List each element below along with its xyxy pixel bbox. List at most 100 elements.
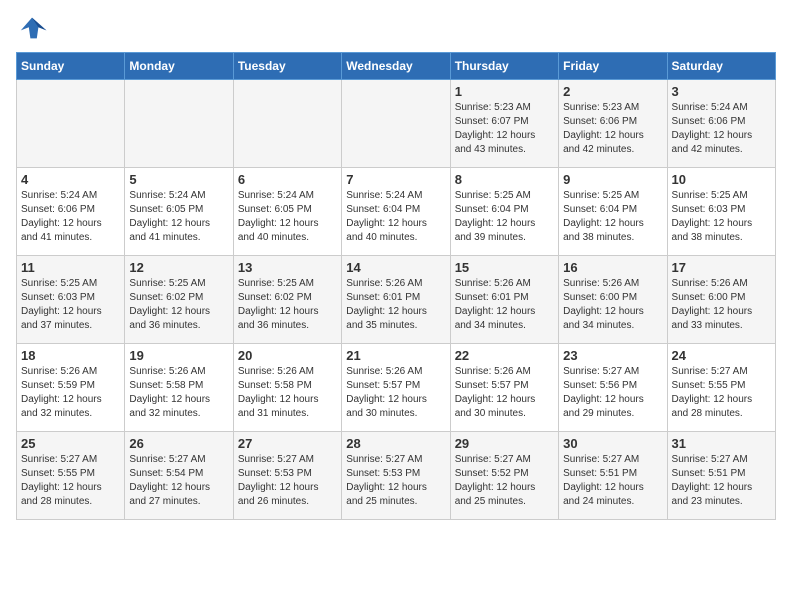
day-number: 11 — [21, 260, 120, 275]
day-number: 18 — [21, 348, 120, 363]
day-number: 7 — [346, 172, 445, 187]
calendar-cell: 17Sunrise: 5:26 AMSunset: 6:00 PMDayligh… — [667, 256, 775, 344]
day-info: Sunrise: 5:24 AMSunset: 6:05 PMDaylight:… — [238, 189, 337, 245]
day-info: Sunrise: 5:27 AMSunset: 5:54 PMDaylight:… — [129, 453, 228, 509]
day-info: Sunrise: 5:25 AMSunset: 6:03 PMDaylight:… — [21, 277, 120, 333]
calendar-cell: 25Sunrise: 5:27 AMSunset: 5:55 PMDayligh… — [17, 432, 125, 520]
day-info: Sunrise: 5:27 AMSunset: 5:52 PMDaylight:… — [455, 453, 554, 509]
calendar-cell: 27 Sunrise: 5:27 AMSunset: 5:53 PMDayligh… — [233, 432, 341, 520]
calendar-cell: 6 Sunrise: 5:24 AMSunset: 6:05 PMDaylight… — [233, 168, 341, 256]
day-info: Sunrise: 5:24 AMSunset: 6:05 PMDaylight:… — [129, 189, 228, 245]
calendar-cell: 12 Sunrise: 5:25 AMSunset: 6:02 PMDayligh… — [125, 256, 233, 344]
calendar-cell: 10 Sunrise: 5:25 AMSunset: 6:03 PMDayligh… — [667, 168, 775, 256]
calendar-cell: 9 Sunrise: 5:25 AMSunset: 6:04 PMDaylight… — [559, 168, 667, 256]
day-info: Sunrise: 5:26 AMSunset: 5:58 PMDaylight:… — [238, 365, 337, 421]
weekday-header-tuesday: Tuesday — [233, 53, 341, 80]
calendar-cell: 14 Sunrise: 5:26 AMSunset: 6:01 PMDayligh… — [342, 256, 450, 344]
logo-icon — [16, 16, 48, 44]
day-number: 6 — [238, 172, 337, 187]
day-number: 24 — [672, 348, 771, 363]
day-number: 28 — [346, 436, 445, 451]
day-number: 1 — [455, 84, 554, 99]
day-info: Sunrise: 5:26 AMSunset: 6:01 PMDaylight:… — [455, 277, 554, 333]
calendar-cell: 30 Sunrise: 5:27 AMSunset: 5:51 PMDayligh… — [559, 432, 667, 520]
day-number: 16 — [563, 260, 662, 275]
calendar-cell: 22 Sunrise: 5:26 AMSunset: 5:57 PMDayligh… — [450, 344, 558, 432]
weekday-header-monday: Monday — [125, 53, 233, 80]
day-number: 8 — [455, 172, 554, 187]
calendar-cell: 15 Sunrise: 5:26 AMSunset: 6:01 PMDayligh… — [450, 256, 558, 344]
day-number: 3 — [672, 84, 771, 99]
day-number: 13 — [238, 260, 337, 275]
day-info: Sunrise: 5:26 AMSunset: 5:57 PMDaylight:… — [455, 365, 554, 421]
day-info: Sunrise: 5:25 AMSunset: 6:03 PMDaylight:… — [672, 189, 771, 245]
calendar-cell: 5 Sunrise: 5:24 AMSunset: 6:05 PMDaylight… — [125, 168, 233, 256]
day-info: Sunrise: 5:26 AMSunset: 5:59 PMDaylight:… — [21, 365, 120, 421]
calendar-week-row: 1 Sunrise: 5:23 AMSunset: 6:07 PMDaylight… — [17, 80, 776, 168]
day-info: Sunrise: 5:27 AMSunset: 5:51 PMDaylight:… — [563, 453, 662, 509]
day-number: 9 — [563, 172, 662, 187]
day-number: 26 — [129, 436, 228, 451]
calendar-week-row: 4Sunrise: 5:24 AMSunset: 6:06 PMDaylight… — [17, 168, 776, 256]
day-info: Sunrise: 5:24 AMSunset: 6:04 PMDaylight:… — [346, 189, 445, 245]
calendar-cell: 18 Sunrise: 5:26 AMSunset: 5:59 PMDayligh… — [17, 344, 125, 432]
day-info: Sunrise: 5:25 AMSunset: 6:04 PMDaylight:… — [563, 189, 662, 245]
calendar-cell: 13 Sunrise: 5:25 AMSunset: 6:02 PMDayligh… — [233, 256, 341, 344]
day-number: 15 — [455, 260, 554, 275]
day-number: 20 — [238, 348, 337, 363]
weekday-header-saturday: Saturday — [667, 53, 775, 80]
day-number: 10 — [672, 172, 771, 187]
calendar-cell: 29 Sunrise: 5:27 AMSunset: 5:52 PMDayligh… — [450, 432, 558, 520]
day-info: Sunrise: 5:27 AMSunset: 5:55 PMDaylight:… — [672, 365, 771, 421]
day-number: 17 — [672, 260, 771, 275]
day-info: Sunrise: 5:27 AMSunset: 5:56 PMDaylight:… — [563, 365, 662, 421]
day-info: Sunrise: 5:25 AMSunset: 6:04 PMDaylight:… — [455, 189, 554, 245]
day-info: Sunrise: 5:26 AMSunset: 5:58 PMDaylight:… — [129, 365, 228, 421]
calendar-cell: 3 Sunrise: 5:24 AMSunset: 6:06 PMDaylight… — [667, 80, 775, 168]
day-number: 30 — [563, 436, 662, 451]
weekday-header-thursday: Thursday — [450, 53, 558, 80]
logo — [16, 16, 52, 44]
day-number: 12 — [129, 260, 228, 275]
day-info: Sunrise: 5:26 AMSunset: 6:01 PMDaylight:… — [346, 277, 445, 333]
day-number: 23 — [563, 348, 662, 363]
calendar-cell — [125, 80, 233, 168]
calendar-cell — [233, 80, 341, 168]
calendar-cell: 24 Sunrise: 5:27 AMSunset: 5:55 PMDayligh… — [667, 344, 775, 432]
day-number: 14 — [346, 260, 445, 275]
calendar-cell: 23 Sunrise: 5:27 AMSunset: 5:56 PMDayligh… — [559, 344, 667, 432]
weekday-header-sunday: Sunday — [17, 53, 125, 80]
day-number: 4 — [21, 172, 120, 187]
calendar-cell: 21Sunrise: 5:26 AMSunset: 5:57 PMDayligh… — [342, 344, 450, 432]
day-number: 19 — [129, 348, 228, 363]
calendar-cell: 20 Sunrise: 5:26 AMSunset: 5:58 PMDayligh… — [233, 344, 341, 432]
day-info: Sunrise: 5:27 AMSunset: 5:53 PMDaylight:… — [346, 453, 445, 509]
day-number: 2 — [563, 84, 662, 99]
day-info: Sunrise: 5:25 AMSunset: 6:02 PMDaylight:… — [129, 277, 228, 333]
day-info: Sunrise: 5:24 AMSunset: 6:06 PMDaylight:… — [672, 101, 771, 157]
day-number: 27 — [238, 436, 337, 451]
calendar-cell: 11 Sunrise: 5:25 AMSunset: 6:03 PMDayligh… — [17, 256, 125, 344]
day-number: 21 — [346, 348, 445, 363]
calendar-cell: 2Sunrise: 5:23 AMSunset: 6:06 PMDaylight… — [559, 80, 667, 168]
day-number: 29 — [455, 436, 554, 451]
weekday-header-friday: Friday — [559, 53, 667, 80]
calendar-cell: 1 Sunrise: 5:23 AMSunset: 6:07 PMDaylight… — [450, 80, 558, 168]
day-info: Sunrise: 5:23 AMSunset: 6:07 PMDaylight:… — [455, 101, 554, 157]
calendar-cell — [342, 80, 450, 168]
day-info: Sunrise: 5:25 AMSunset: 6:02 PMDaylight:… — [238, 277, 337, 333]
day-number: 5 — [129, 172, 228, 187]
calendar-table: SundayMondayTuesdayWednesdayThursdayFrid… — [16, 52, 776, 520]
day-number: 31 — [672, 436, 771, 451]
day-info: Sunrise: 5:27 AMSunset: 5:53 PMDaylight:… — [238, 453, 337, 509]
calendar-week-row: 11 Sunrise: 5:25 AMSunset: 6:03 PMDayligh… — [17, 256, 776, 344]
day-info: Sunrise: 5:26 AMSunset: 6:00 PMDaylight:… — [563, 277, 662, 333]
page-header — [16, 16, 776, 44]
calendar-week-row: 18 Sunrise: 5:26 AMSunset: 5:59 PMDayligh… — [17, 344, 776, 432]
day-number: 25 — [21, 436, 120, 451]
calendar-cell: 19 Sunrise: 5:26 AMSunset: 5:58 PMDayligh… — [125, 344, 233, 432]
weekday-header-row: SundayMondayTuesdayWednesdayThursdayFrid… — [17, 53, 776, 80]
day-number: 22 — [455, 348, 554, 363]
calendar-cell: 8 Sunrise: 5:25 AMSunset: 6:04 PMDaylight… — [450, 168, 558, 256]
calendar-cell — [17, 80, 125, 168]
